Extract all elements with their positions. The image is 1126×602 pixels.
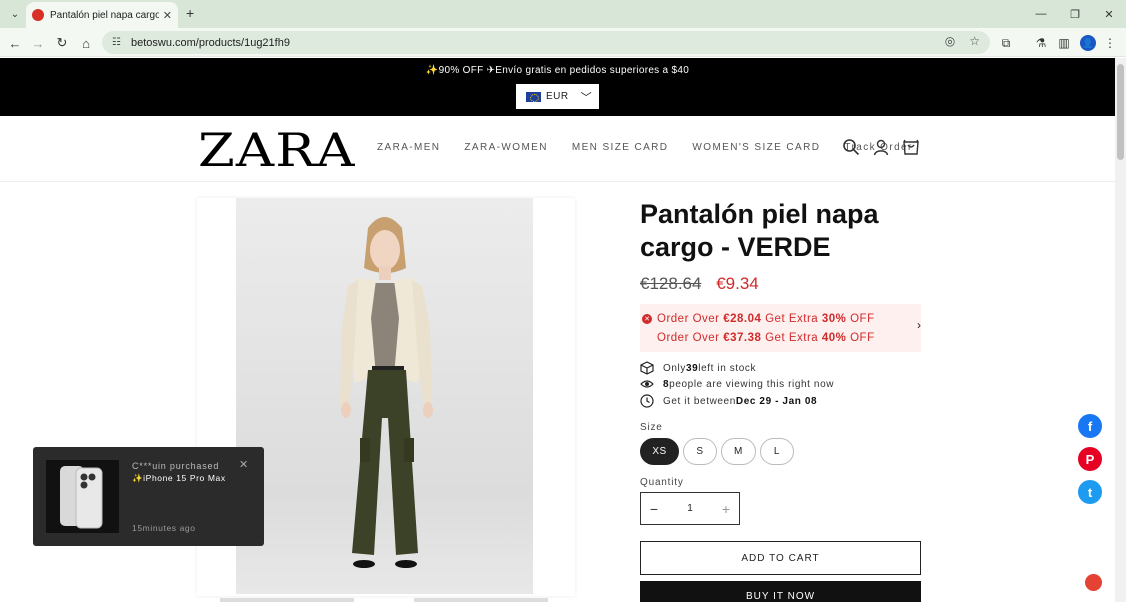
twitter-share-icon[interactable]: t bbox=[1078, 480, 1102, 504]
site-favicon-icon bbox=[32, 9, 44, 21]
quantity-label: Quantity bbox=[640, 477, 684, 488]
site-logo[interactable]: ZARA bbox=[198, 122, 356, 178]
size-option-l[interactable]: L bbox=[759, 438, 794, 465]
help-widget-icon[interactable] bbox=[1085, 574, 1102, 591]
iphone-product-thumbnail bbox=[46, 460, 119, 533]
buyer-text: C***uin purchased bbox=[132, 461, 220, 471]
purchase-time: 15minutes ago bbox=[132, 523, 196, 533]
buy-now-button[interactable]: BUY IT NOW bbox=[640, 581, 921, 602]
eu-flag-icon bbox=[526, 91, 541, 102]
tracking-eye-icon[interactable]: ◎ bbox=[945, 34, 955, 48]
announcement-text: ✨90% OFF ✈Envío gratis en pedidos superi… bbox=[425, 65, 690, 76]
window-controls: — ❐ ✕ bbox=[1024, 0, 1126, 28]
extensions-icon[interactable]: ⧉ bbox=[996, 33, 1016, 53]
discount-offer-box[interactable]: ✕ Order Over €28.04 Get Extra 30% OFF Or… bbox=[640, 304, 921, 352]
offer-line: Order Over €28.04 Get Extra 30% OFF bbox=[657, 313, 875, 325]
labs-icon[interactable]: ⚗ bbox=[1031, 33, 1051, 53]
search-icon[interactable] bbox=[842, 138, 860, 156]
page-scrollbar[interactable] bbox=[1115, 58, 1126, 602]
size-selector: XS S M L bbox=[640, 438, 794, 465]
nav-item-men-size-card[interactable]: MEN SIZE CARD bbox=[572, 142, 669, 153]
model-photo-illustration bbox=[340, 217, 433, 568]
pinterest-share-icon[interactable]: P bbox=[1078, 447, 1102, 471]
forward-button[interactable]: → bbox=[28, 33, 48, 53]
scrollbar-thumb[interactable] bbox=[1117, 64, 1124, 160]
offer-tag-icon: ✕ bbox=[642, 314, 652, 324]
minimize-button[interactable]: — bbox=[1024, 0, 1058, 28]
size-option-xs[interactable]: XS bbox=[640, 438, 679, 465]
account-icon[interactable] bbox=[872, 138, 890, 156]
product-title: Pantalón piel napa cargo - VERDE bbox=[640, 199, 879, 262]
maximize-button[interactable]: ❐ bbox=[1058, 0, 1092, 28]
quantity-input[interactable]: 1 bbox=[667, 503, 713, 514]
home-button[interactable]: ⌂ bbox=[76, 33, 96, 53]
sale-price: €9.34 bbox=[716, 274, 759, 293]
purchased-product-name[interactable]: ✨iPhone 15 Pro Max bbox=[132, 473, 226, 484]
eye-icon bbox=[640, 380, 654, 388]
site-info-icon[interactable]: ☷ bbox=[112, 37, 121, 48]
size-option-s[interactable]: S bbox=[683, 438, 717, 465]
browser-toolbar: ← → ↻ ⌂ ☷ betoswu.com/products/1ug21fh9 … bbox=[0, 28, 1126, 57]
compare-price: €128.64 bbox=[640, 274, 702, 293]
new-tab-button[interactable]: + bbox=[186, 5, 194, 21]
back-button[interactable]: ← bbox=[5, 33, 25, 53]
browser-tab-active[interactable]: Pantalón piel napa cargo - VERDE ✕ bbox=[26, 2, 178, 28]
thumbnail-strip bbox=[220, 598, 548, 602]
avatar: 👤 bbox=[1080, 35, 1096, 51]
thumbnail[interactable] bbox=[414, 598, 548, 602]
product-photo[interactable] bbox=[236, 198, 533, 594]
side-panel-icon[interactable]: ▥ bbox=[1054, 33, 1074, 53]
delivery-info: Get it between Dec 29 - Jan 08 bbox=[640, 394, 817, 408]
thumbnail[interactable] bbox=[220, 598, 354, 602]
tab-close-icon[interactable]: ✕ bbox=[163, 9, 172, 22]
currency-selector[interactable]: EUR ﹀ bbox=[516, 84, 599, 109]
address-bar[interactable]: ☷ betoswu.com/products/1ug21fh9 ◎ ☆ bbox=[102, 31, 990, 54]
decrease-quantity-button[interactable]: − bbox=[641, 501, 667, 517]
stock-info: Only 39 left in stock bbox=[640, 361, 756, 375]
cart-icon[interactable] bbox=[902, 138, 920, 156]
clock-icon bbox=[640, 394, 654, 408]
close-icon[interactable]: ✕ bbox=[239, 458, 248, 471]
size-label: Size bbox=[640, 422, 663, 433]
close-window-button[interactable]: ✕ bbox=[1092, 0, 1126, 28]
recent-purchase-popup[interactable]: C***uin purchased ✨iPhone 15 Pro Max 15m… bbox=[33, 447, 264, 546]
size-option-m[interactable]: M bbox=[721, 438, 756, 465]
tab-search-button[interactable]: ⌄ bbox=[6, 5, 24, 23]
add-to-cart-button[interactable]: ADD TO CART bbox=[640, 541, 921, 575]
offer-line: Order Over €37.38 Get Extra 40% OFF bbox=[657, 332, 875, 344]
profile-avatar[interactable]: 👤 bbox=[1078, 33, 1098, 53]
reload-button[interactable]: ↻ bbox=[52, 33, 72, 53]
increase-quantity-button[interactable]: + bbox=[713, 501, 739, 517]
nav-item-zara-men[interactable]: ZARA-MEN bbox=[377, 142, 440, 153]
currency-code: EUR bbox=[546, 91, 569, 102]
box-icon bbox=[640, 361, 654, 375]
nav-item-zara-women[interactable]: ZARA-WOMEN bbox=[464, 142, 547, 153]
web-page: ✨90% OFF ✈Envío gratis en pedidos superi… bbox=[0, 58, 1115, 602]
viewers-info: 8 people are viewing this right now bbox=[640, 377, 834, 391]
nav-item-womens-size-card[interactable]: WOMEN'S SIZE CARD bbox=[692, 142, 820, 153]
chevron-right-icon[interactable]: › bbox=[917, 318, 921, 332]
browser-menu-icon[interactable]: ⋮ bbox=[1100, 33, 1120, 53]
chevron-down-icon: ﹀ bbox=[580, 91, 593, 104]
site-header: ZARA ZARA-MEN ZARA-WOMEN MEN SIZE CARD W… bbox=[0, 116, 1115, 182]
bookmark-star-icon[interactable]: ☆ bbox=[969, 34, 980, 48]
quantity-stepper: − 1 + bbox=[640, 492, 740, 525]
browser-tab-bar: ⌄ Pantalón piel napa cargo - VERDE ✕ + —… bbox=[0, 0, 1126, 28]
url-text[interactable]: betoswu.com/products/1ug21fh9 bbox=[131, 37, 290, 49]
facebook-share-icon[interactable]: f bbox=[1078, 414, 1102, 438]
price-block: €128.64 €9.34 bbox=[640, 274, 759, 294]
tab-title: Pantalón piel napa cargo - VERDE bbox=[50, 9, 159, 21]
announcement-bar: ✨90% OFF ✈Envío gratis en pedidos superi… bbox=[0, 58, 1115, 116]
